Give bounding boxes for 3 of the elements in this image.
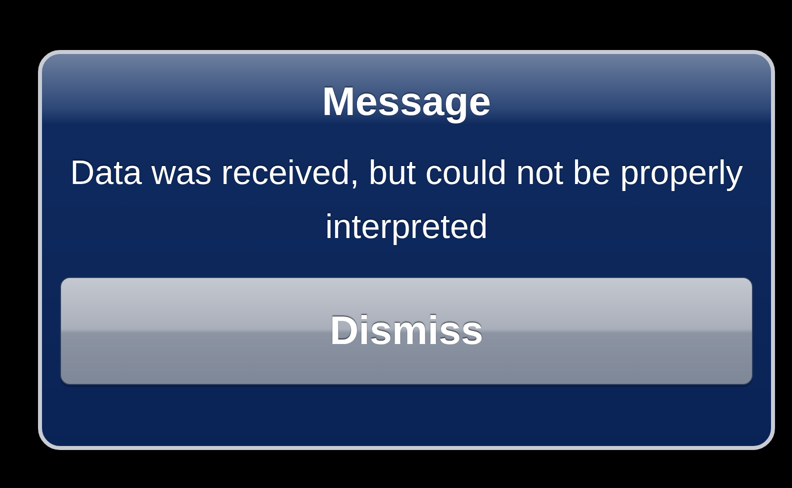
dismiss-button[interactable]: Dismiss	[60, 276, 753, 385]
alert-title: Message	[321, 80, 492, 124]
alert-message: Data was received, but could not be properly interpreted	[69, 153, 744, 248]
